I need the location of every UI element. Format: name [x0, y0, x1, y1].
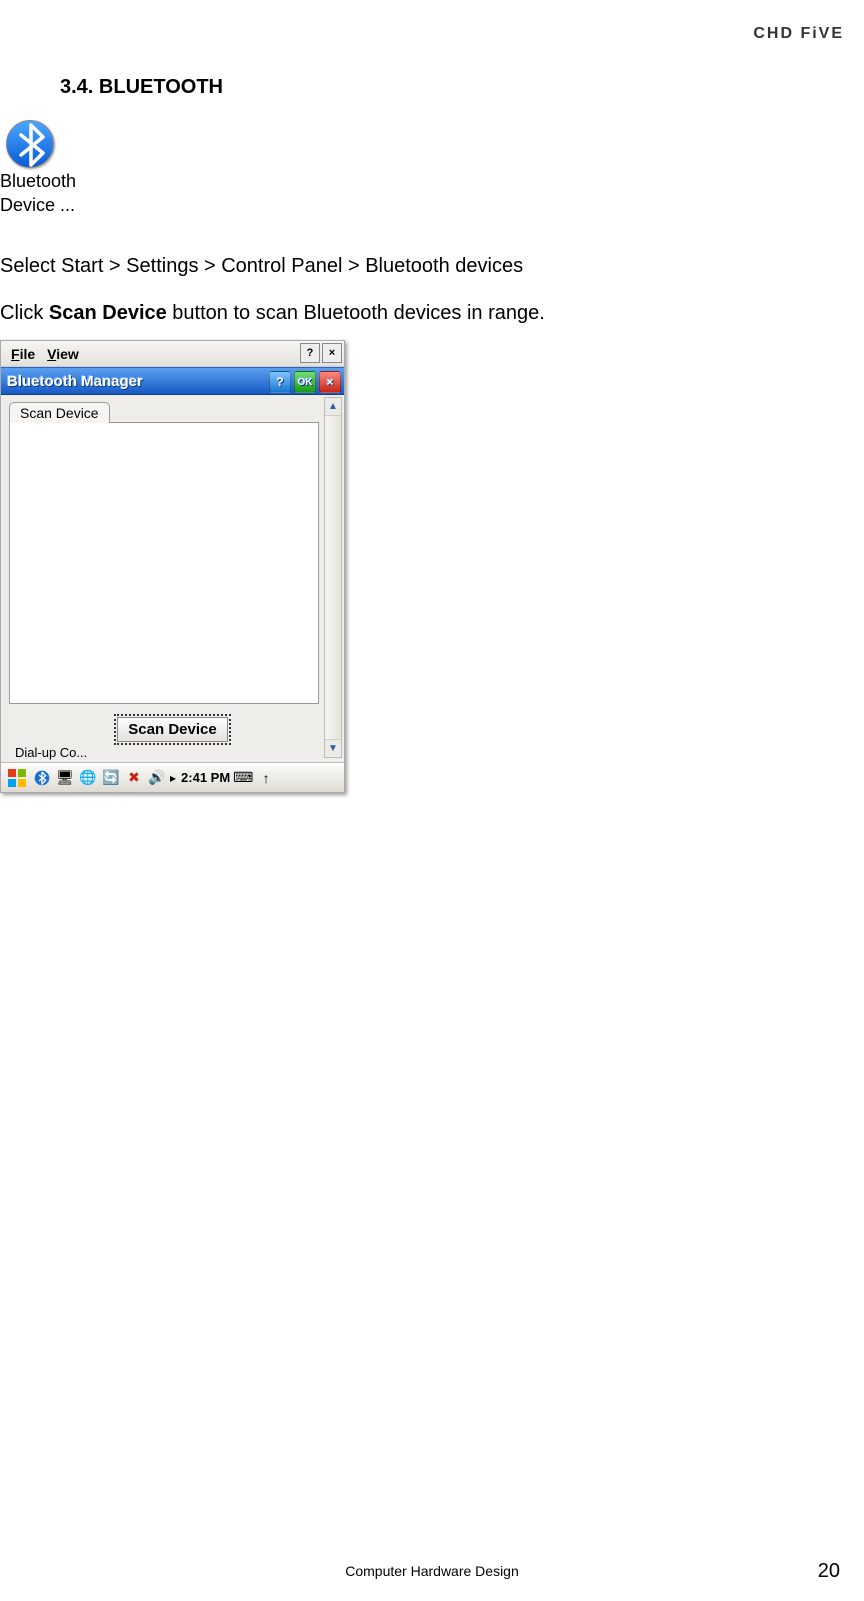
section-heading: 3.4. BLUETOOTH — [60, 76, 223, 99]
page-footer: Computer Hardware Design — [0, 1563, 864, 1579]
titlebar-ok-button[interactable]: OK — [294, 371, 316, 393]
menu-file[interactable]: File — [5, 346, 41, 362]
wince-body: Scan Device Scan Device Dial-up Co... — [1, 395, 344, 760]
wince-title: Bluetooth Manager — [7, 373, 143, 390]
bluetooth-desktop-icon[interactable]: Bluetooth Device ... — [0, 120, 76, 216]
wince-screenshot: File View ? × Bluetooth Manager ? OK × S… — [0, 340, 345, 793]
titlebar-help-button[interactable]: ? — [269, 371, 291, 393]
menubar-close-button[interactable]: × — [322, 343, 342, 363]
taskbar-sip-icon[interactable]: ⌨ — [233, 768, 253, 788]
taskbar-volume-icon[interactable]: 🔊 — [147, 768, 167, 788]
instruction-line-2-pre: Click — [0, 302, 49, 324]
taskbar-arrow-up-icon[interactable]: ↑ — [256, 768, 276, 788]
instruction-line-2-post: button to scan Bluetooth devices in rang… — [167, 302, 545, 324]
menu-view[interactable]: View — [41, 346, 85, 362]
background-dialup-label: Dial-up Co... — [9, 745, 336, 760]
taskbar-warning-icon[interactable]: ✖ — [124, 768, 144, 788]
taskbar-network-icon[interactable]: 🌐 — [78, 768, 98, 788]
help-icon: ? — [276, 375, 283, 389]
bluetooth-icon-label-line1: Bluetooth — [0, 168, 76, 192]
close-icon: × — [329, 347, 335, 359]
instruction-line-2-bold: Scan Device — [49, 302, 167, 324]
scan-device-button[interactable]: Scan Device — [114, 714, 230, 745]
section-number: 3.4. — [60, 76, 93, 98]
wince-taskbar: 🖥 🌐 🔄 ✖ 🔊 ▸ 2:41 PM ⌨ ↑ — [1, 762, 344, 792]
instruction-line-1: Select Start > Settings > Control Panel … — [0, 255, 523, 278]
scroll-up-icon[interactable]: ▲ — [325, 398, 341, 416]
taskbar-sync-icon[interactable]: 🔄 — [101, 768, 121, 788]
taskbar-monitor-icon[interactable]: 🖥 — [55, 768, 75, 788]
taskbar-clock[interactable]: 2:41 PM — [181, 770, 230, 785]
section-title-prefix: B — [99, 76, 113, 98]
titlebar-close-button[interactable]: × — [319, 371, 341, 393]
scan-device-button-label: Scan Device — [128, 721, 216, 738]
section-title-rest: LUETOOTH — [113, 76, 223, 98]
menubar-help-icon[interactable]: ? — [300, 343, 320, 363]
taskbar-bluetooth-icon[interactable] — [32, 768, 52, 788]
bluetooth-icon-label-line2: Device ... — [0, 192, 76, 216]
device-list-panel — [9, 422, 319, 704]
taskbar-expand-icon[interactable]: ▸ — [170, 771, 176, 785]
instruction-line-2: Click Scan Device button to scan Bluetoo… — [0, 302, 545, 325]
vertical-scrollbar[interactable]: ▲ ▼ — [324, 397, 342, 758]
ok-label: OK — [298, 377, 313, 388]
page-header-brand: CHD FiVE — [753, 25, 844, 43]
scroll-down-icon[interactable]: ▼ — [325, 739, 341, 757]
wince-menubar: File View ? × — [1, 341, 344, 367]
close-icon: × — [326, 375, 333, 389]
bluetooth-icon — [6, 120, 54, 168]
wince-titlebar: Bluetooth Manager ? OK × — [1, 367, 344, 395]
tab-scan-device[interactable]: Scan Device — [9, 402, 110, 423]
page-number: 20 — [818, 1560, 840, 1583]
start-button-icon[interactable] — [5, 768, 29, 788]
help-icon: ? — [307, 347, 314, 359]
